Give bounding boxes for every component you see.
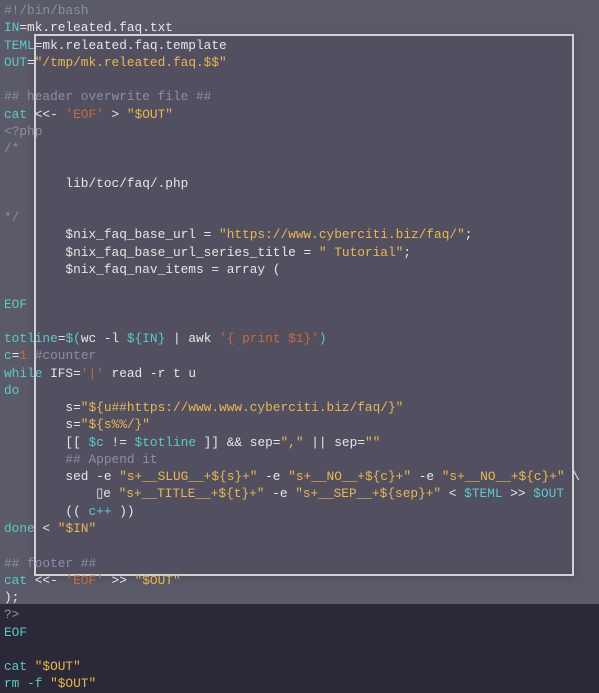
varref: $TEML (464, 486, 502, 501)
var-totline: totline (4, 331, 58, 346)
heredoc-tag: 'EOF' (65, 573, 103, 588)
varref: ${IN} (127, 331, 165, 346)
cmd-cat: cat (4, 107, 35, 122)
php-close: ?> (4, 607, 19, 622)
semi: ; (403, 245, 411, 260)
var-teml: TEML (4, 38, 35, 53)
varref: $totline (135, 435, 196, 450)
arith-close: )) (112, 504, 135, 519)
string: "${s%%/}" (81, 417, 150, 432)
kw-done: done (4, 521, 42, 536)
heredoc-op: <<- (35, 573, 66, 588)
kw-do: do (4, 383, 19, 398)
string: "," (280, 435, 303, 450)
arith-open: (( (4, 504, 88, 519)
string: "https://www.cyberciti.biz/faq/" (219, 227, 465, 242)
subsh: $( (65, 331, 80, 346)
text: ); (4, 590, 19, 605)
string: "" (365, 435, 380, 450)
flag (4, 486, 96, 501)
flag-e: e (103, 486, 118, 501)
heredoc-tag: 'EOF' (65, 107, 103, 122)
cmd-awk: awk (188, 331, 219, 346)
cmd-sed: sed -e (4, 469, 119, 484)
shebang: #!/bin/bash (4, 3, 88, 18)
assign: s= (4, 417, 81, 432)
string: "/tmp/mk.releated.faq.$$" (35, 55, 227, 70)
text: $nix_faq_nav_items = array ( (4, 262, 280, 277)
assign: s= (4, 400, 81, 415)
flag: -e (411, 469, 442, 484)
var-in: IN (4, 20, 19, 35)
string: "s+__NO__+${c}+" (288, 469, 411, 484)
string: "$OUT" (135, 573, 181, 588)
assign: sep= (250, 435, 281, 450)
string: "$OUT" (35, 659, 81, 674)
incr: c++ (88, 504, 111, 519)
redir: >> (104, 573, 135, 588)
text: lib/toc/faq/.php (4, 176, 188, 191)
num: 1 (19, 348, 27, 363)
var-c: c (4, 348, 12, 363)
code-block: #!/bin/bash IN=mk.releated.faq.txt TEML=… (0, 0, 599, 693)
php-open: <?php (4, 124, 42, 139)
varref: $c (88, 435, 103, 450)
var-out: OUT (4, 55, 27, 70)
comment: ## footer ## (4, 556, 96, 571)
text: $nix_faq_base_url_series_title = (4, 245, 319, 260)
string: "s+__SLUG__+${s}+" (119, 469, 257, 484)
comment-close: */ (4, 210, 19, 225)
string: "s+__SEP__+${sep}+" (295, 486, 441, 501)
string: "$OUT" (50, 676, 96, 691)
string: "$OUT" (127, 107, 173, 122)
string: '|' (81, 366, 104, 381)
eq: = (27, 55, 35, 70)
string: "$IN" (58, 521, 96, 536)
semi: ; (465, 227, 473, 242)
redir: < (441, 486, 464, 501)
flag: -e (257, 469, 288, 484)
comment-open: /* (4, 141, 19, 156)
string: "s+__TITLE__+${t}+" (119, 486, 265, 501)
cmd-cat: cat (4, 573, 35, 588)
redir: < (42, 521, 57, 536)
assign: =mk.releated.faq.template (35, 38, 227, 53)
cmd-rm: rm -f (4, 676, 50, 691)
heredoc-op: <<- (35, 107, 66, 122)
string: "s+__NO__+${c}+" (442, 469, 565, 484)
string: "${u##https://www.www.cyberciti.biz/faq/… (81, 400, 404, 415)
pipe: | (165, 331, 188, 346)
heredoc-end: EOF (4, 625, 27, 640)
flag: -e (264, 486, 295, 501)
comment: #counter (27, 348, 96, 363)
awk-prog: '{ print $1}' (219, 331, 319, 346)
ifs: IFS= (50, 366, 81, 381)
or: || (304, 435, 335, 450)
redir: >> (503, 486, 534, 501)
comment: ## header overwrite file ## (4, 89, 211, 104)
text: $nix_faq_base_url = (4, 227, 219, 242)
cmd-cat: cat (4, 659, 35, 674)
string: " Tutorial" (319, 245, 403, 260)
read: read -r t u (104, 366, 196, 381)
ne: != (104, 435, 135, 450)
assign: =mk.releated.faq.txt (19, 20, 173, 35)
cont: \ (565, 469, 580, 484)
heredoc-end: EOF (4, 297, 27, 312)
cmd: wc -l (81, 331, 127, 346)
kw-while: while (4, 366, 50, 381)
comment: ## Append it (4, 452, 158, 467)
test: [[ (4, 435, 88, 450)
and: ]] && (196, 435, 250, 450)
redir: > (104, 107, 127, 122)
assign: sep= (334, 435, 365, 450)
close: ) (319, 331, 327, 346)
varref: $OUT (533, 486, 564, 501)
